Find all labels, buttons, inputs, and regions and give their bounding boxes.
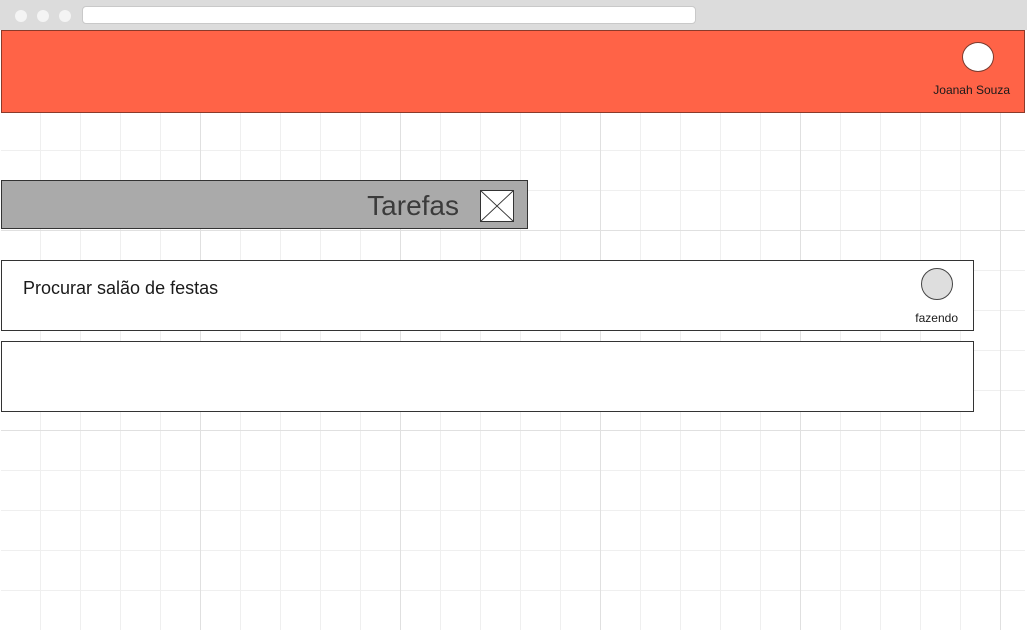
app-header: Joanah Souza: [1, 30, 1025, 113]
status-label: fazendo: [915, 311, 958, 325]
task-card[interactable]: Procurar salão de festas fazendo: [1, 260, 974, 331]
user-name: Joanah Souza: [933, 83, 1010, 97]
tasks-title-bar: Tarefas: [1, 180, 528, 229]
address-bar[interactable]: [82, 6, 696, 24]
browser-window-chrome: [0, 0, 1027, 30]
task-card-empty[interactable]: [1, 341, 974, 412]
image-placeholder-icon[interactable]: [480, 190, 514, 222]
page-title: Tarefas: [367, 190, 459, 221]
window-maximize-dot[interactable]: [59, 10, 71, 22]
window-close-dot[interactable]: [15, 10, 27, 22]
status-indicator[interactable]: [921, 268, 953, 300]
crossed-box-icon: [480, 190, 514, 222]
task-title: Procurar salão de festas: [23, 278, 219, 298]
user-avatar[interactable]: [962, 42, 994, 72]
window-minimize-dot[interactable]: [37, 10, 49, 22]
page-canvas: Joanah Souza Tarefas Procurar salão de f…: [1, 30, 1025, 630]
